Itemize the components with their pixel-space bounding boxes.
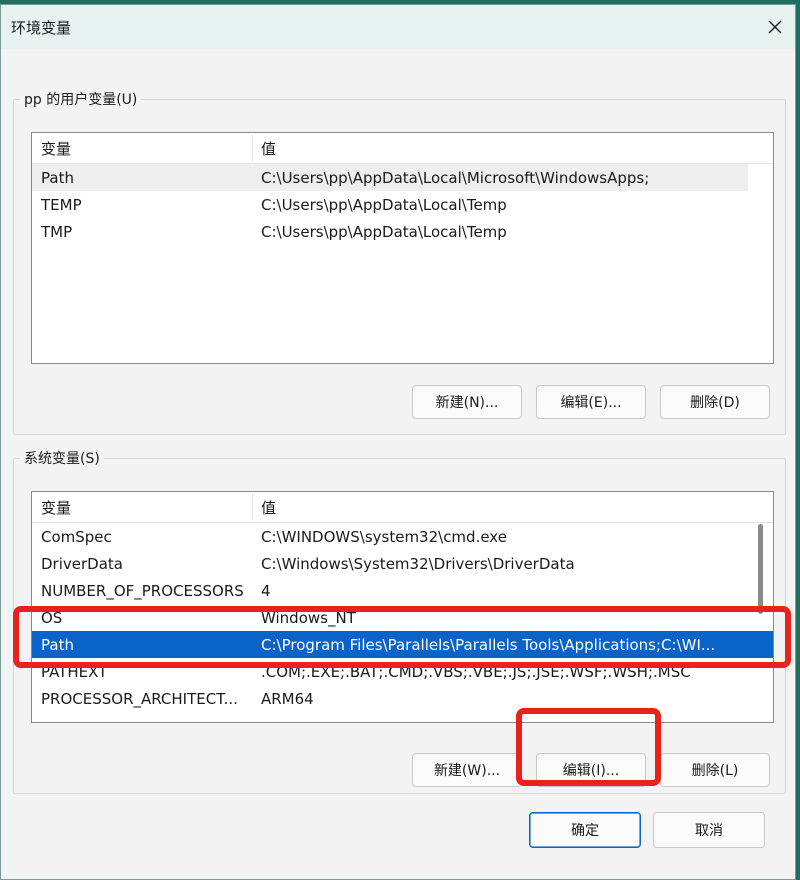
row-value: C:\Windows\System32\Drivers\DriverData [261, 554, 575, 573]
row-value: C:\Users\pp\AppData\Local\Temp [261, 222, 507, 241]
row-value: C:\Users\pp\AppData\Local\Microsoft\Wind… [261, 168, 650, 187]
table-row[interactable]: ComSpec C:\WINDOWS\system32\cmd.exe [32, 523, 773, 550]
system-variables-legend: 系统变量(S) [24, 451, 100, 467]
table-row[interactable]: DriverData C:\Windows\System32\Drivers\D… [32, 550, 773, 577]
user-variables-list[interactable]: 变量 值 Path C:\Users\pp\AppData\Local\Micr… [31, 132, 774, 364]
row-value: ARM64 [261, 689, 314, 708]
system-delete-button[interactable]: 删除(L) [660, 753, 770, 787]
table-row[interactable]: OS Windows_NT [32, 604, 773, 631]
row-value: C:\WINDOWS\system32\cmd.exe [261, 527, 507, 546]
user-delete-button[interactable]: 删除(D) [660, 385, 770, 419]
row-value: C:\Program Files\Parallels\Parallels Too… [261, 635, 716, 654]
system-variables-list[interactable]: 变量 值 ComSpec C:\WINDOWS\system32\cmd.exe… [31, 491, 774, 723]
list-header: 变量 值 [32, 133, 773, 164]
ok-button[interactable]: 确定 [529, 812, 641, 848]
table-row[interactable]: PROCESSOR_ARCHITECT... ARM64 [32, 685, 773, 712]
system-edit-button[interactable]: 编辑(I)... [536, 753, 646, 787]
table-row[interactable]: NUMBER_OF_PROCESSORS 4 [32, 577, 773, 604]
table-row[interactable]: Path C:\Users\pp\AppData\Local\Microsoft… [32, 164, 748, 191]
column-divider[interactable] [252, 494, 253, 520]
system-variables-group: 系统变量(S) 变量 值 ComSpec C:\WINDOWS\system32… [13, 448, 786, 794]
column-header-variable[interactable]: 变量 [41, 492, 251, 522]
title-bar: 环境变量 [1, 5, 795, 49]
user-variables-group: pp 的用户变量(U) 变量 值 Path C:\Users\pp\AppDat… [13, 89, 786, 435]
row-name: Path [41, 168, 74, 187]
row-name: PATHEXT [41, 662, 108, 681]
column-header-variable[interactable]: 变量 [41, 133, 251, 163]
close-icon[interactable] [757, 9, 793, 45]
table-row-selected[interactable]: Path C:\Program Files\Parallels\Parallel… [32, 631, 773, 658]
list-header: 变量 值 [32, 492, 773, 523]
cancel-button[interactable]: 取消 [653, 812, 765, 848]
row-name: ComSpec [41, 527, 112, 546]
row-value: 4 [261, 581, 271, 600]
row-name: Path [41, 635, 74, 654]
row-value: .COM;.EXE;.BAT;.CMD;.VBS;.VBE;.JS;.JSE;.… [261, 662, 691, 681]
row-name: TEMP [41, 195, 82, 214]
environment-variables-dialog: 环境变量 pp 的用户变量(U) 变量 值 Path C:\Users\pp\A… [0, 4, 796, 880]
row-value: Windows_NT [261, 608, 356, 627]
vertical-scrollbar[interactable] [758, 524, 763, 614]
table-row[interactable]: TEMP C:\Users\pp\AppData\Local\Temp [32, 191, 773, 218]
row-name: PROCESSOR_ARCHITECT... [41, 689, 238, 708]
row-name: NUMBER_OF_PROCESSORS [41, 581, 244, 600]
row-name: TMP [41, 222, 73, 241]
system-new-button[interactable]: 新建(W)... [412, 753, 522, 787]
column-header-value[interactable]: 值 [261, 492, 747, 522]
user-edit-button[interactable]: 编辑(E)... [536, 385, 646, 419]
row-name: OS [41, 608, 63, 627]
table-row[interactable]: TMP C:\Users\pp\AppData\Local\Temp [32, 218, 773, 245]
user-variables-legend: pp 的用户变量(U) [24, 92, 138, 108]
column-divider[interactable] [252, 135, 253, 161]
row-name: DriverData [41, 554, 123, 573]
row-value: C:\Users\pp\AppData\Local\Temp [261, 195, 507, 214]
window-title: 环境变量 [11, 19, 72, 37]
table-row[interactable]: PATHEXT .COM;.EXE;.BAT;.CMD;.VBS;.VBE;.J… [32, 658, 773, 685]
column-header-value[interactable]: 值 [261, 133, 747, 163]
user-new-button[interactable]: 新建(N)... [412, 385, 522, 419]
